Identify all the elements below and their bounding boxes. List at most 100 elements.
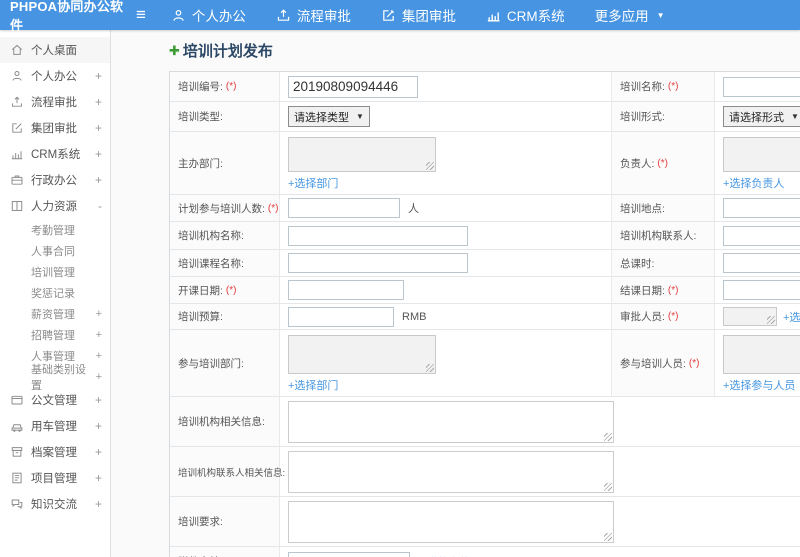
sidebar-item-label: 集团审批: [31, 123, 77, 135]
required-mark: (*): [267, 202, 279, 214]
expand-icon[interactable]: +: [95, 471, 102, 485]
select-value: 请选择形式: [729, 111, 784, 124]
sidebar-item-8[interactable]: 用车管理 +: [0, 413, 110, 439]
nav-item-workflow-approval[interactable]: 流程审批: [261, 0, 366, 30]
field-label: 培训要求:: [178, 516, 223, 528]
training-name-input[interactable]: [723, 76, 800, 97]
org-info-textarea[interactable]: [288, 400, 614, 443]
sidebar-item-label: 档案管理: [31, 447, 77, 459]
topbar: PHPOA协同办公软件 ≡ 个人办公 流程审批 集团审批 CRM系统 更多应用 …: [0, 0, 800, 33]
expand-icon[interactable]: +: [95, 419, 102, 433]
sidebar-subitem-label: 奖惩记录: [31, 287, 75, 300]
select-dept-link[interactable]: +选择部门: [288, 175, 338, 191]
field-label: 培训机构相关信息:: [178, 416, 265, 428]
doc-icon: [10, 393, 24, 407]
sidebar-item-5[interactable]: 行政办公 +: [0, 167, 110, 193]
leader-box[interactable]: [723, 137, 800, 172]
training-type-select[interactable]: 请选择类型 ▼: [288, 106, 370, 127]
requirements-textarea[interactable]: [288, 500, 614, 543]
sidebar-subitem-6-3[interactable]: 奖惩记录: [0, 282, 110, 303]
join-user-box[interactable]: [723, 335, 800, 374]
select-leader-link[interactable]: +选择负责人: [723, 175, 784, 191]
required-mark: (*): [225, 81, 237, 92]
select-approver-link[interactable]: +选择审批人员: [783, 309, 800, 325]
nav-label: 个人办公: [191, 9, 246, 24]
sidebar-subitem-6-0[interactable]: 考勤管理: [0, 219, 110, 240]
nav-label: 流程审批: [296, 9, 351, 24]
sidebar-subitem-6-5[interactable]: 招聘管理 +: [0, 324, 110, 345]
collapse-icon[interactable]: -: [98, 199, 102, 213]
start-date-input[interactable]: [288, 280, 404, 300]
expand-icon[interactable]: +: [95, 147, 102, 161]
nav-item-personal-office[interactable]: 个人办公: [156, 0, 261, 30]
expand-icon[interactable]: +: [96, 329, 102, 341]
training-place-input[interactable]: [723, 198, 800, 218]
participant-count-input[interactable]: [288, 198, 400, 218]
caret-down-icon: ▼: [656, 10, 665, 20]
sidebar-item-4[interactable]: CRM系统 +: [0, 141, 110, 167]
expand-icon[interactable]: +: [95, 173, 102, 187]
expand-icon[interactable]: +: [95, 445, 102, 459]
nav-item-group-approval[interactable]: 集团审批: [366, 0, 471, 30]
field-label: 培训形式:: [620, 111, 665, 123]
sidebar-subitem-6-4[interactable]: 薪资管理 +: [0, 303, 110, 324]
sidebar-item-label: 个人桌面: [31, 45, 77, 57]
training-no-input[interactable]: [288, 75, 418, 98]
sidebar-item-6[interactable]: 人力资源 -: [0, 193, 110, 219]
field-label: 负责人:: [620, 157, 655, 170]
course-name-input[interactable]: [288, 253, 468, 273]
sidebar-subitem-6-7[interactable]: 基础类别设置 +: [0, 364, 110, 392]
nav-item-more-apps[interactable]: 更多应用 ▼: [580, 0, 680, 30]
sidebar-item-label: CRM系统: [31, 149, 81, 161]
budget-input[interactable]: [288, 306, 394, 327]
approver-box[interactable]: [723, 307, 777, 326]
sidebar-item-11[interactable]: 知识交流 +: [0, 491, 110, 517]
sidebar-item-1[interactable]: 个人办公 +: [0, 63, 110, 89]
row-participant-count: 计划参与培训人数: (*) 人 培训地点:: [170, 195, 800, 222]
attachment-input[interactable]: [288, 551, 410, 557]
sidebar-subitem-6-2[interactable]: 培训管理: [0, 261, 110, 282]
org-name-input[interactable]: [288, 225, 468, 246]
required-mark: (*): [667, 311, 679, 322]
sidebar: 个人桌面个人办公 + 流程审批 + 集团审批 + CRM系统 + 行政办公 + 人力资源 - 考勤管理人…: [0, 30, 111, 557]
sidebar-item-0[interactable]: 个人桌面: [0, 37, 110, 63]
field-label: 审批人员:: [620, 311, 665, 323]
required-mark: (*): [657, 157, 668, 169]
select-join-dept-link[interactable]: +选择部门: [288, 377, 338, 393]
field-label: 参与培训人员:: [620, 357, 686, 370]
row-org-name: 培训机构名称: 培训机构联系人:: [170, 222, 800, 250]
sidebar-subitem-6-1[interactable]: 人事合同: [0, 240, 110, 261]
sidebar-item-label: 公文管理: [31, 395, 77, 407]
sidebar-subitem-label: 人事合同: [31, 245, 75, 258]
expand-icon[interactable]: +: [96, 350, 102, 362]
total-hours-input[interactable]: [723, 253, 800, 273]
page-title-text: 培训计划发布: [182, 43, 273, 60]
sidebar-item-3[interactable]: 集团审批 +: [0, 115, 110, 141]
join-dept-box[interactable]: [288, 335, 436, 374]
row-course-name: 培训课程名称: 总课时:: [170, 250, 800, 277]
expand-icon[interactable]: +: [95, 95, 102, 109]
expand-icon[interactable]: +: [95, 393, 102, 407]
host-dept-box[interactable]: [288, 137, 436, 172]
expand-icon[interactable]: +: [96, 308, 102, 320]
training-mode-select[interactable]: 请选择形式 ▼: [723, 106, 800, 127]
sidebar-item-10[interactable]: 项目管理 +: [0, 465, 110, 491]
expand-icon[interactable]: +: [95, 121, 102, 135]
field-label: 参与培训部门:: [178, 357, 244, 370]
nav-item-crm[interactable]: CRM系统: [471, 0, 580, 30]
hamburger-icon[interactable]: ≡: [132, 6, 156, 25]
main-content: ✚ 培训计划发布 培训编号:(*) 培训名称:(*) 培训类型: 请选择类型 ▼: [111, 30, 800, 557]
sidebar-item-2[interactable]: 流程审批 +: [0, 89, 110, 115]
hr-icon: [10, 199, 24, 213]
org-contact-info-textarea[interactable]: [288, 450, 614, 493]
expand-icon[interactable]: +: [95, 69, 102, 83]
expand-icon[interactable]: +: [96, 371, 102, 383]
org-contact-input[interactable]: [723, 225, 800, 246]
attachment-upload-link[interactable]: +附件上传: [420, 554, 470, 557]
sidebar-item-9[interactable]: 档案管理 +: [0, 439, 110, 465]
sidebar-item-label: 行政办公: [31, 175, 77, 187]
select-join-user-link[interactable]: +选择参与人员: [723, 377, 795, 393]
end-date-input[interactable]: [723, 280, 800, 300]
page-title: ✚ 培训计划发布: [169, 40, 800, 61]
expand-icon[interactable]: +: [95, 497, 102, 511]
